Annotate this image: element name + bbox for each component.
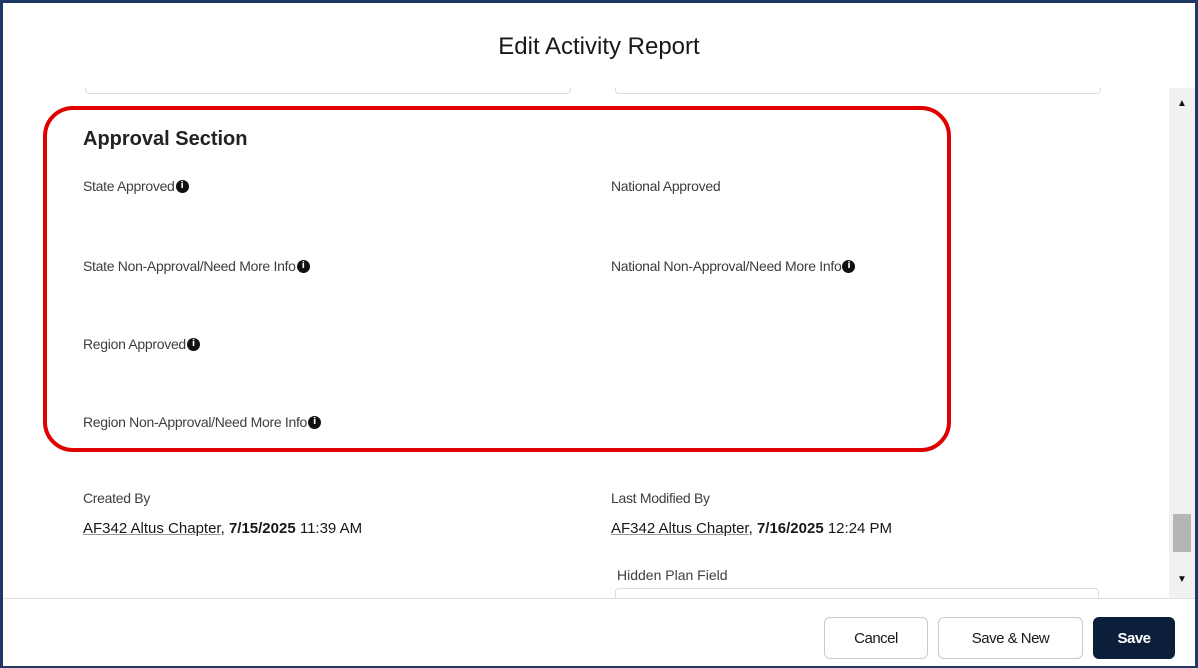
cancel-button[interactable]: Cancel <box>824 617 928 659</box>
last-modified-label: Last Modified By <box>611 490 710 506</box>
previous-field-right[interactable] <box>615 88 1101 94</box>
hidden-plan-field-label: Hidden Plan Field <box>617 567 728 583</box>
modal-scrollbar[interactable]: ▲ ▼ <box>1169 88 1195 598</box>
state-approved-label: State Approved <box>83 178 175 194</box>
modal-title: Edit Activity Report <box>498 33 700 60</box>
last-modified-date: 7/16/2025 <box>756 520 824 537</box>
last-modified-value: AF342 Altus Chapter, 7/16/2025 12:24 PM <box>611 520 893 537</box>
save-button[interactable]: Save <box>1093 617 1175 659</box>
modal-footer: Cancel Save & New Save <box>3 598 1195 666</box>
region-approved-label: Region Approved <box>83 336 186 352</box>
last-modified-time: 12:24 PM <box>827 520 893 537</box>
created-by-user-link[interactable]: AF342 Altus Chapter <box>83 520 221 537</box>
info-icon[interactable]: i <box>175 179 189 193</box>
info-icon[interactable]: i <box>296 259 310 273</box>
previous-field-left[interactable] <box>85 88 571 94</box>
state-non-approval-label: State Non-Approval/Need More Info <box>83 258 296 274</box>
hidden-plan-field-input[interactable] <box>615 588 1099 598</box>
scrollbar-thumb[interactable] <box>1173 514 1191 552</box>
info-icon[interactable]: i <box>842 259 856 273</box>
approval-section-title: Approval Section <box>83 128 248 150</box>
modal-header: Edit Activity Report <box>3 3 1195 89</box>
created-by-value: AF342 Altus Chapter, 7/15/2025 11:39 AM <box>83 520 363 537</box>
region-approved-field: Region Approved i <box>83 336 200 352</box>
modal-body[interactable]: Approval Section State Approved i Nation… <box>3 88 1169 598</box>
national-approved-label: National Approved <box>611 178 721 194</box>
approval-section-highlight <box>43 106 951 452</box>
last-modified-user-link[interactable]: AF342 Altus Chapter <box>611 520 749 537</box>
national-approved-field: National Approved <box>611 178 721 194</box>
created-by-time: 11:39 AM <box>299 520 363 537</box>
caret-down-icon[interactable]: ▼ <box>1169 570 1195 590</box>
state-non-approval-field: State Non-Approval/Need More Info i <box>83 258 310 274</box>
state-approved-field: State Approved i <box>83 178 189 194</box>
save-and-new-button[interactable]: Save & New <box>938 617 1083 659</box>
national-non-approval-field: National Non-Approval/Need More Info i <box>611 258 856 274</box>
caret-up-icon[interactable]: ▲ <box>1169 94 1195 114</box>
region-non-approval-field: Region Non-Approval/Need More Info i <box>83 414 322 430</box>
info-icon[interactable]: i <box>308 415 322 429</box>
region-non-approval-label: Region Non-Approval/Need More Info <box>83 414 308 430</box>
info-icon[interactable]: i <box>186 337 200 351</box>
created-by-label: Created By <box>83 490 151 506</box>
national-non-approval-label: National Non-Approval/Need More Info <box>611 258 842 274</box>
created-by-date: 7/15/2025 <box>228 520 296 537</box>
